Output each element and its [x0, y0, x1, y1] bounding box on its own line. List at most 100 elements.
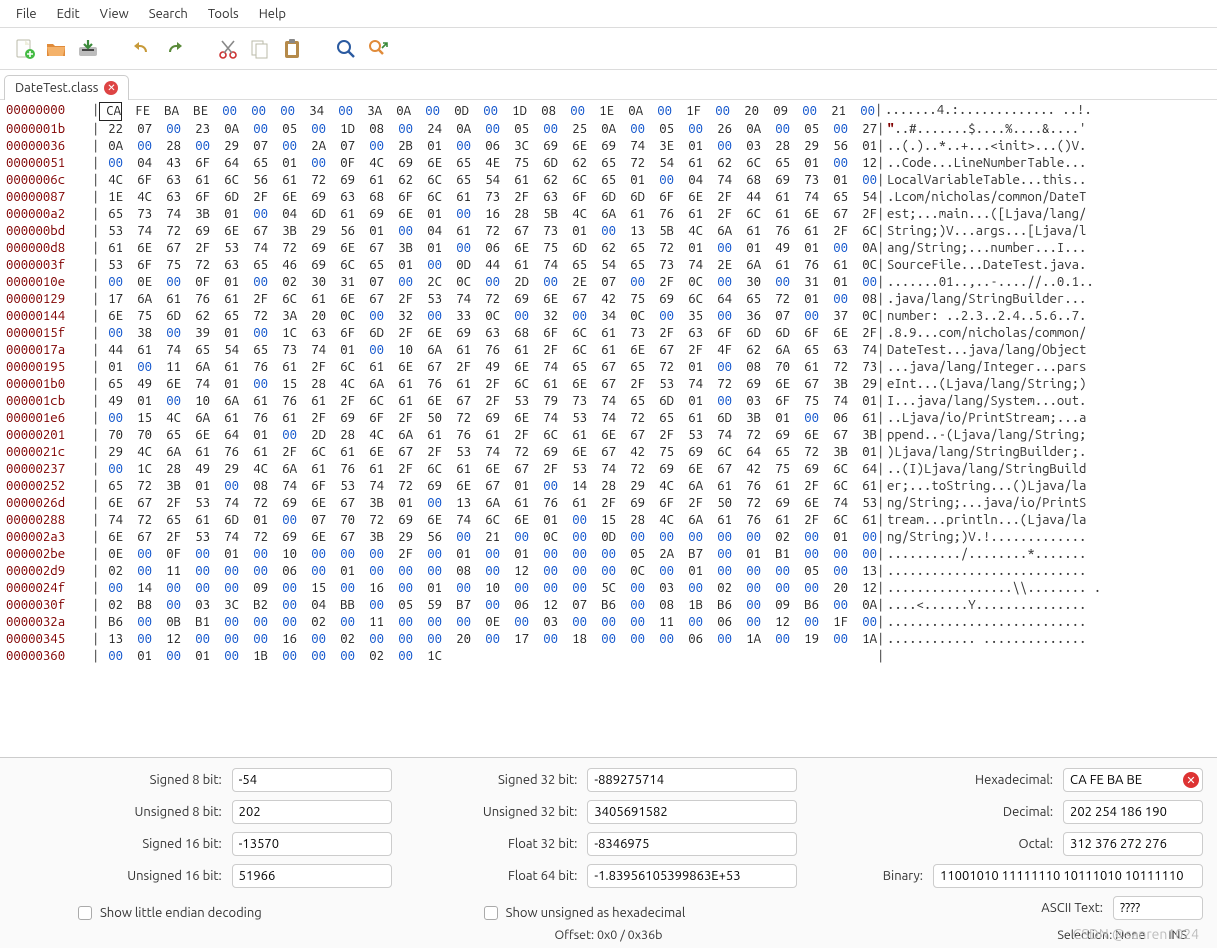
paste-icon[interactable] — [278, 35, 306, 63]
ascii-column[interactable]: ang/String;...number...I... — [885, 240, 1086, 257]
hex-bytes[interactable]: 490100106A6176612F6C616E672F53797374656D… — [100, 393, 877, 410]
tab-datetest-class[interactable]: DateTest.class ✕ — [4, 75, 129, 100]
redo-icon[interactable] — [160, 35, 188, 63]
ascii-column[interactable]: .................\\........ . — [885, 580, 1101, 597]
hex-bytes[interactable]: 000E000F010002303107002C0C002D002E07002F… — [100, 274, 877, 291]
hex-bytes[interactable]: CAFEBABE00000034003A0A000D001D08001E0A00… — [100, 102, 875, 121]
hex-bytes[interactable]: 001C2849294C6A6176612F6C616E672F53747269… — [100, 461, 877, 478]
ascii-column[interactable]: ........................... — [885, 614, 1086, 631]
ascii-column[interactable]: LocalVariableTable...this.. — [885, 172, 1086, 189]
hex-bytes[interactable]: 00154C6A6176612F696F2F5072696E7453747265… — [100, 410, 877, 427]
open-folder-icon[interactable] — [42, 35, 70, 63]
menu-view[interactable]: View — [90, 3, 139, 25]
hex-bytes[interactable]: 6E672F537472696E673B29560021000C000D0000… — [100, 529, 877, 546]
save-icon[interactable] — [74, 35, 102, 63]
ascii-column[interactable]: ..(.)..*..+...<init>...()V. — [885, 138, 1086, 155]
binary-input[interactable] — [933, 864, 1203, 888]
float64-input[interactable] — [587, 864, 797, 888]
hex-bytes[interactable]: 1E4C636F6D2F6E6963686F6C61732F636F6D6D6F… — [100, 189, 877, 206]
ascii-column[interactable]: .8.9...com/nicholas/common/ — [885, 325, 1086, 342]
hex-bytes[interactable]: 4C6F63616C5661726961626C655461626C650100… — [100, 172, 877, 189]
ascii-column[interactable]: tream...println...(Ljava/la — [885, 512, 1086, 529]
ascii-column[interactable]: er;...toString...()Ljava/la — [885, 478, 1086, 495]
close-icon[interactable]: ✕ — [104, 81, 118, 95]
close-inspector-icon[interactable]: ✕ — [1183, 772, 1199, 788]
menu-help[interactable]: Help — [249, 3, 296, 25]
little-endian-checkbox[interactable] — [78, 906, 92, 920]
hex-bytes[interactable]: 02B800033CB20004BB000559B700061207B60008… — [100, 597, 877, 614]
ascii-column[interactable]: number: ..2.3..2.4..5.6..7. — [885, 308, 1086, 325]
hex-bytes[interactable]: 220700230A0005001D0800240A000500250A0005… — [100, 121, 877, 138]
unsigned16-input[interactable] — [232, 864, 392, 888]
hex-bytes[interactable]: 00010001001B00000002001C — [100, 648, 877, 665]
float32-input[interactable] — [587, 832, 797, 856]
ascii-column[interactable]: ....<......Y............... — [885, 597, 1086, 614]
find-icon[interactable] — [332, 35, 360, 63]
ascii-column[interactable]: ...java/lang/Integer...pars — [885, 359, 1086, 376]
hex-bytes[interactable]: 747265616D0100077072696E746C6E010015284C… — [100, 512, 877, 529]
hex-bytes[interactable]: 0038003901001C636F6D2F6E6963686F6C61732F… — [100, 325, 877, 342]
hex-bytes[interactable]: 176A6176612F6C616E672F537472696E67427569… — [100, 291, 877, 308]
ascii-text-input[interactable] — [1113, 896, 1203, 920]
signed32-input[interactable] — [587, 768, 797, 792]
find-replace-icon[interactable] — [364, 35, 392, 63]
hex-bytes[interactable]: 0A0028002907002A07002B0100063C696E69743E… — [100, 138, 877, 155]
decimal-input[interactable] — [1063, 800, 1203, 824]
menu-tools[interactable]: Tools — [198, 3, 249, 25]
hex-bytes[interactable]: 0200110000000600010000000800120000000C00… — [100, 563, 877, 580]
hex-bytes[interactable]: 6E756D6265723A200C003200330C003200340C00… — [100, 308, 877, 325]
signed8-input[interactable] — [232, 768, 392, 792]
ascii-column[interactable] — [885, 648, 887, 665]
ascii-column[interactable]: .......4.:............. ..!. — [883, 102, 1092, 121]
hex-bytes[interactable]: 537472696E673B2956010004617267730100135B… — [100, 223, 877, 240]
new-doc-icon[interactable] — [10, 35, 38, 63]
unsigned32-input[interactable] — [587, 800, 797, 824]
hex-bytes[interactable]: 1300120000001600020000002000170018000000… — [100, 631, 877, 648]
hex-bytes[interactable]: 6E672F537472696E673B0100136A6176612F696F… — [100, 495, 877, 512]
hex-bytes[interactable]: 0100116A6176612F6C616E672F496E7465676572… — [100, 359, 877, 376]
menu-search[interactable]: Search — [139, 3, 198, 25]
ascii-column[interactable]: ..(I)Ljava/lang/StringBuild — [885, 461, 1086, 478]
hex-bytes[interactable]: 65496E74010015284C6A6176612F6C616E672F53… — [100, 376, 877, 393]
ascii-column[interactable]: "..#.......$....%....&....' — [885, 121, 1086, 138]
hex-bytes[interactable]: 7070656E6401002D284C6A6176612F6C616E672F… — [100, 427, 877, 444]
ascii-column[interactable]: SourceFile...DateTest.java. — [885, 257, 1086, 274]
ascii-column[interactable]: ..Ljava/io/PrintStream;...a — [885, 410, 1086, 427]
ascii-column[interactable]: ng/String;...java/io/PrintS — [885, 495, 1086, 512]
ascii-column[interactable]: .java/lang/StringBuilder... — [885, 291, 1086, 308]
hex-bytes[interactable]: 536F7572636546696C6501000D44617465546573… — [100, 257, 877, 274]
hex-bytes[interactable]: 44617465546573740100106A6176612F6C616E67… — [100, 342, 877, 359]
hex-bytes[interactable]: B6000BB10000000200110000000E000300000011… — [100, 614, 877, 631]
ascii-column[interactable]: ............ .............. — [885, 631, 1086, 648]
copy-icon[interactable] — [246, 35, 274, 63]
hex-bytes[interactable]: 0E000F000100100000002F00010001000000052A… — [100, 546, 877, 563]
ascii-column[interactable]: ng/String;)V.!............. — [885, 529, 1086, 546]
ascii-column[interactable]: I...java/lang/System...out. — [885, 393, 1086, 410]
hex-bytes[interactable]: 6573743B0100046D61696E010016285B4C6A6176… — [100, 206, 877, 223]
menu-file[interactable]: File — [6, 3, 47, 25]
ascii-column[interactable]: ........................... — [885, 563, 1086, 580]
ascii-column[interactable]: DateTest...java/lang/Object — [885, 342, 1086, 359]
hex-bytes[interactable]: 616E672F537472696E673B0100066E756D626572… — [100, 240, 877, 257]
ascii-column[interactable]: )Ljava/lang/StringBuilder;. — [885, 444, 1086, 461]
hex-bytes[interactable]: 00140000000900150016000100100000005C0003… — [100, 580, 877, 597]
unsigned-hex-checkbox[interactable] — [484, 906, 498, 920]
ascii-column[interactable]: ........../........*....... — [885, 546, 1086, 563]
signed16-input[interactable] — [232, 832, 392, 856]
ascii-column[interactable]: est;...main...([Ljava/lang/ — [885, 206, 1086, 223]
hex-bytes[interactable]: 65723B010008746F537472696E6701001428294C… — [100, 478, 877, 495]
hex-bytes[interactable]: 0004436F646501000F4C696E654E756D62657254… — [100, 155, 877, 172]
menu-edit[interactable]: Edit — [47, 3, 90, 25]
hex-bytes[interactable]: 294C6A6176612F6C616E672F537472696E674275… — [100, 444, 877, 461]
ascii-column[interactable]: eInt...(Ljava/lang/String;) — [885, 376, 1086, 393]
ascii-column[interactable]: ..Code...LineNumberTable... — [885, 155, 1086, 172]
undo-icon[interactable] — [128, 35, 156, 63]
ascii-column[interactable]: .......01..,..-....//..0.1.. — [885, 274, 1094, 291]
cut-icon[interactable] — [214, 35, 242, 63]
unsigned8-input[interactable] — [232, 800, 392, 824]
ascii-column[interactable]: .Lcom/nicholas/common/DateT — [885, 189, 1086, 206]
ascii-column[interactable]: ppend..-(Ljava/lang/String; — [885, 427, 1086, 444]
hex-view[interactable]: 00000000|CAFEBABE00000034003A0A000D001D0… — [0, 100, 1217, 667]
ascii-column[interactable]: String;)V...args...[Ljava/l — [885, 223, 1086, 240]
octal-input[interactable] — [1063, 832, 1203, 856]
